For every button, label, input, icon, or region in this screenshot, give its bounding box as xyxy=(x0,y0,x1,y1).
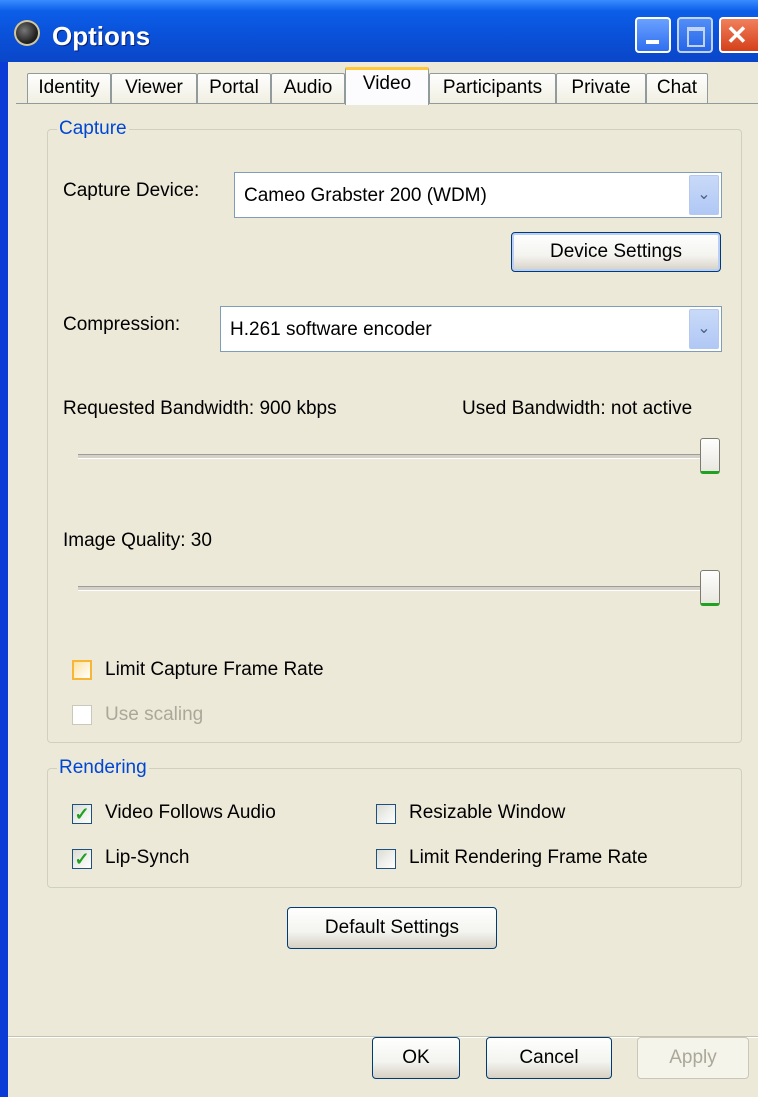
close-button[interactable] xyxy=(719,17,758,53)
tab-participants[interactable]: Participants xyxy=(429,73,556,103)
tab-chat[interactable]: Chat xyxy=(646,73,708,103)
tab-portal[interactable]: Portal xyxy=(197,73,271,103)
rendering-group xyxy=(47,768,742,888)
compression-label: Compression: xyxy=(63,314,181,335)
capture-device-label: Capture Device: xyxy=(63,180,200,201)
tab-viewer[interactable]: Viewer xyxy=(111,73,197,103)
capture-group-title: Capture xyxy=(57,118,129,140)
limit-rendering-frame-rate-checkbox[interactable] xyxy=(376,849,396,869)
capture-device-combo[interactable]: Cameo Grabster 200 (WDM) ⌄ xyxy=(234,172,722,218)
compression-combo[interactable]: H.261 software encoder ⌄ xyxy=(220,306,722,352)
use-scaling-label[interactable]: Use scaling xyxy=(105,704,203,726)
quality-slider-thumb[interactable] xyxy=(700,570,720,606)
video-follows-audio-checkbox[interactable]: ✓ xyxy=(72,804,92,824)
apply-button[interactable]: Apply xyxy=(637,1037,749,1079)
chevron-down-icon[interactable]: ⌄ xyxy=(689,175,719,215)
resizable-window-label[interactable]: Resizable Window xyxy=(409,802,565,824)
capture-group xyxy=(47,129,742,743)
window-title: Options xyxy=(52,21,151,51)
tab-private[interactable]: Private xyxy=(556,73,646,103)
video-follows-audio-label[interactable]: Video Follows Audio xyxy=(105,802,276,824)
capture-device-value: Cameo Grabster 200 (WDM) xyxy=(244,185,487,206)
compression-value: H.261 software encoder xyxy=(230,319,432,340)
requested-bandwidth-label: Requested Bandwidth: 900 kbps xyxy=(63,398,337,419)
limit-capture-frame-rate-label[interactable]: Limit Capture Frame Rate xyxy=(105,659,324,681)
cancel-button[interactable]: Cancel xyxy=(486,1037,612,1079)
device-settings-button[interactable]: Device Settings xyxy=(511,232,721,272)
tab-identity[interactable]: Identity xyxy=(27,73,111,103)
rendering-group-title: Rendering xyxy=(57,757,149,779)
default-settings-button[interactable]: Default Settings xyxy=(287,907,497,949)
limit-capture-frame-rate-checkbox[interactable] xyxy=(72,660,92,680)
window-border xyxy=(0,62,8,1097)
bandwidth-slider-track[interactable] xyxy=(78,454,712,459)
use-scaling-checkbox[interactable] xyxy=(72,705,92,725)
tab-video[interactable]: Video xyxy=(345,67,429,105)
lip-synch-checkbox[interactable]: ✓ xyxy=(72,849,92,869)
resizable-window-checkbox[interactable] xyxy=(376,804,396,824)
ok-button[interactable]: OK xyxy=(372,1037,460,1079)
chevron-down-icon[interactable]: ⌄ xyxy=(689,309,719,349)
app-globe-icon[interactable] xyxy=(14,20,40,46)
minimize-button[interactable] xyxy=(635,17,671,53)
maximize-button[interactable] xyxy=(677,17,713,53)
used-bandwidth-label: Used Bandwidth: not active xyxy=(462,398,693,419)
tab-audio[interactable]: Audio xyxy=(271,73,345,103)
limit-rendering-frame-rate-label[interactable]: Limit Rendering Frame Rate xyxy=(409,847,648,869)
image-quality-label: Image Quality: 30 xyxy=(63,530,212,551)
lip-synch-label[interactable]: Lip-Synch xyxy=(105,847,190,869)
bandwidth-slider-thumb[interactable] xyxy=(700,438,720,474)
quality-slider-track[interactable] xyxy=(78,586,712,591)
